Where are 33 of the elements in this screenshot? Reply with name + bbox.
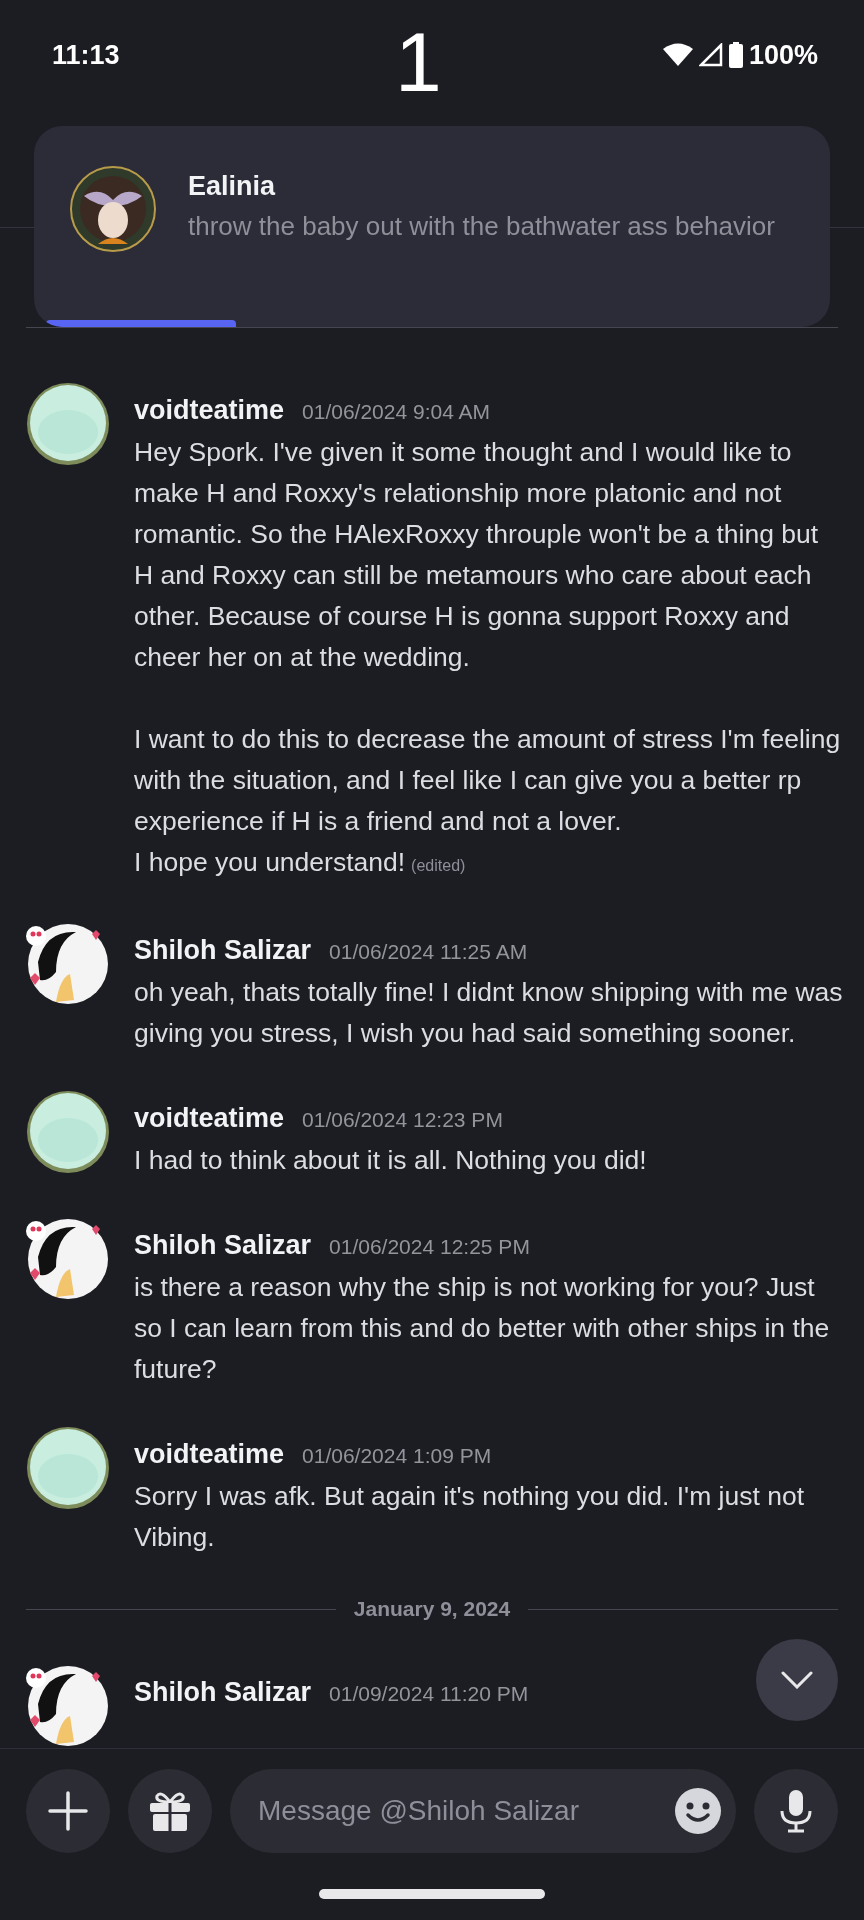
date-divider-label: January 9, 2024 (353, 1597, 511, 1621)
author-name[interactable]: Shiloh Salizar (134, 1225, 312, 1266)
notification-text: throw the baby out with the bathwater ass behavior (188, 210, 775, 243)
battery-percent: 100% (748, 39, 818, 71)
emoji-icon[interactable] (674, 1787, 722, 1835)
notification-author: Ealinia (188, 170, 277, 203)
status-time: 11:13 (52, 39, 120, 71)
plus-icon (48, 1791, 88, 1831)
battery-icon (728, 42, 743, 68)
chevron-down-icon (781, 1671, 813, 1689)
message-text: Hey Spork. I've given it some thought and I would like to make H and Roxxy's relationship more platonic and not romantic. So the HAlexRoxxy throuple won't be a thing but H and Roxxy can still be metamours who care about each other. Because of course H is gonna support Roxxy and cheer her on at the wedding. I want to do this to decrease the amount of stress I'm feeling with the situation, and I feel like I can give you a better rp experience if H is a friend and not a lover. I hope you understand! (edited) (134, 436, 842, 879)
author-name[interactable]: Shiloh Salizar (134, 930, 312, 971)
center-number: 1 (395, 20, 442, 104)
message-text: is there a reason why the ship is not working for you? Just so I can learn from this and do better with other ships in the future? (134, 1271, 831, 1386)
author-name[interactable]: voidteatime (134, 390, 285, 431)
author-name[interactable]: voidteatime (134, 1098, 285, 1139)
message-timestamp: 01/06/2024 1:09 PM (302, 1443, 492, 1469)
message-timestamp: 01/09/2024 11:20 PM (329, 1681, 529, 1707)
wifi-icon (662, 43, 693, 67)
message-timestamp: 01/06/2024 12:25 PM (329, 1234, 530, 1260)
notification-card[interactable]: Ealinia throw the baby out with the bathwater ass behavior (34, 126, 830, 327)
author-name[interactable]: voidteatime (134, 1434, 285, 1475)
microphone-icon (778, 1789, 814, 1833)
gift-icon (149, 1790, 191, 1832)
message-timestamp: 01/06/2024 11:25 AM (329, 939, 528, 965)
message-text: I had to think about it is all. Nothing you did! (134, 1144, 648, 1177)
message-input[interactable]: Message @Shiloh Salizar (230, 1769, 736, 1853)
author-name[interactable]: Shiloh Salizar (134, 1672, 312, 1713)
signal-icon (698, 43, 723, 67)
message-text: Sorry I was afk. But again it's nothing you did. I'm just not Vibing. (134, 1480, 805, 1554)
message-timestamp: 01/06/2024 12:23 PM (302, 1107, 503, 1133)
message-text: oh yeah, thats totally fine! I didnt know shipping with me was giving you stress, I wish you had said something sooner. (134, 976, 844, 1050)
message-timestamp: 01/06/2024 9:04 AM (302, 399, 491, 425)
